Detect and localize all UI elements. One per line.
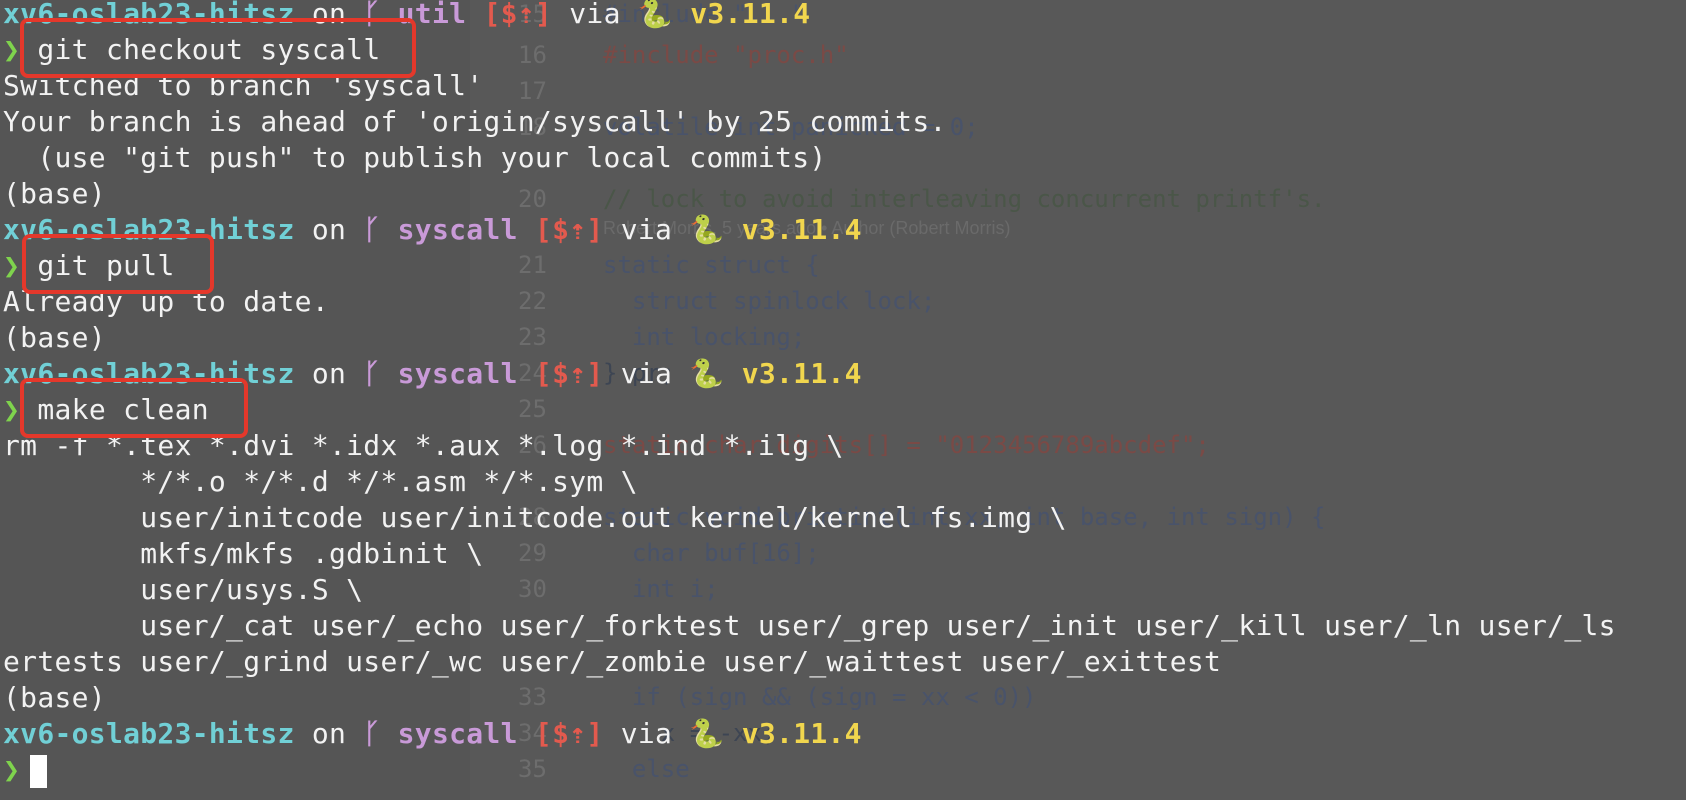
git-branch-icon: ᚴ	[363, 717, 381, 750]
output-line: (base)	[3, 321, 106, 354]
git-status: [$⇡]	[534, 357, 604, 390]
python-icon: 🐍	[689, 717, 725, 750]
highlight-box-make-clean	[20, 378, 248, 438]
output-line: user/usys.S \	[3, 573, 364, 606]
output-line: (base)	[3, 681, 106, 714]
branch-name: syscall	[397, 357, 518, 390]
python-version: v3.11.4	[741, 213, 862, 246]
output-line: user/initcode user/initcode.out kernel/k…	[3, 501, 1067, 534]
output-line: mkfs/mkfs .gdbinit \	[3, 537, 484, 570]
python-version: v3.11.4	[690, 0, 811, 30]
output-line: */*.o */*.d */*.asm */*.sym \	[3, 465, 638, 498]
git-status: [$⇡]	[483, 0, 553, 30]
terminal[interactable]: xv6-oslab23-hitsz on ᚴ util [$⇡] via 🐍 v…	[0, 0, 1686, 800]
git-status: [$⇡]	[534, 213, 604, 246]
input-line[interactable]: ❯	[3, 752, 48, 788]
output-line: (base)	[3, 177, 106, 210]
output-line: ertests user/_grind user/_wc user/_zombi…	[3, 645, 1222, 678]
output-line: (use "git push" to publish your local co…	[3, 141, 827, 174]
prompt-chevron-icon: ❯	[3, 393, 21, 426]
highlight-box-git-checkout	[20, 18, 416, 78]
python-version: v3.11.4	[741, 717, 862, 750]
python-icon: 🐍	[689, 213, 725, 246]
output-line: user/_cat user/_echo user/_forktest user…	[3, 609, 1616, 642]
prompt-line: xv6-oslab23-hitsz on ᚴ syscall [$⇡] via …	[3, 717, 862, 750]
python-icon: 🐍	[637, 0, 674, 30]
branch-name: syscall	[397, 213, 518, 246]
python-version: v3.11.4	[741, 357, 862, 390]
python-icon: 🐍	[689, 357, 725, 390]
branch-name: syscall	[397, 717, 518, 750]
prompt-chevron-icon: ❯	[3, 249, 21, 282]
git-branch-icon: ᚴ	[363, 213, 381, 246]
output-line: Your branch is ahead of 'origin/syscall'…	[3, 105, 947, 138]
prompt-chevron-icon: ❯	[3, 753, 21, 786]
prompt-chevron-icon: ❯	[3, 33, 21, 66]
highlight-box-git-pull	[22, 234, 214, 294]
git-branch-icon: ᚴ	[363, 357, 381, 390]
text-cursor[interactable]	[30, 754, 48, 788]
git-status: [$⇡]	[534, 717, 604, 750]
